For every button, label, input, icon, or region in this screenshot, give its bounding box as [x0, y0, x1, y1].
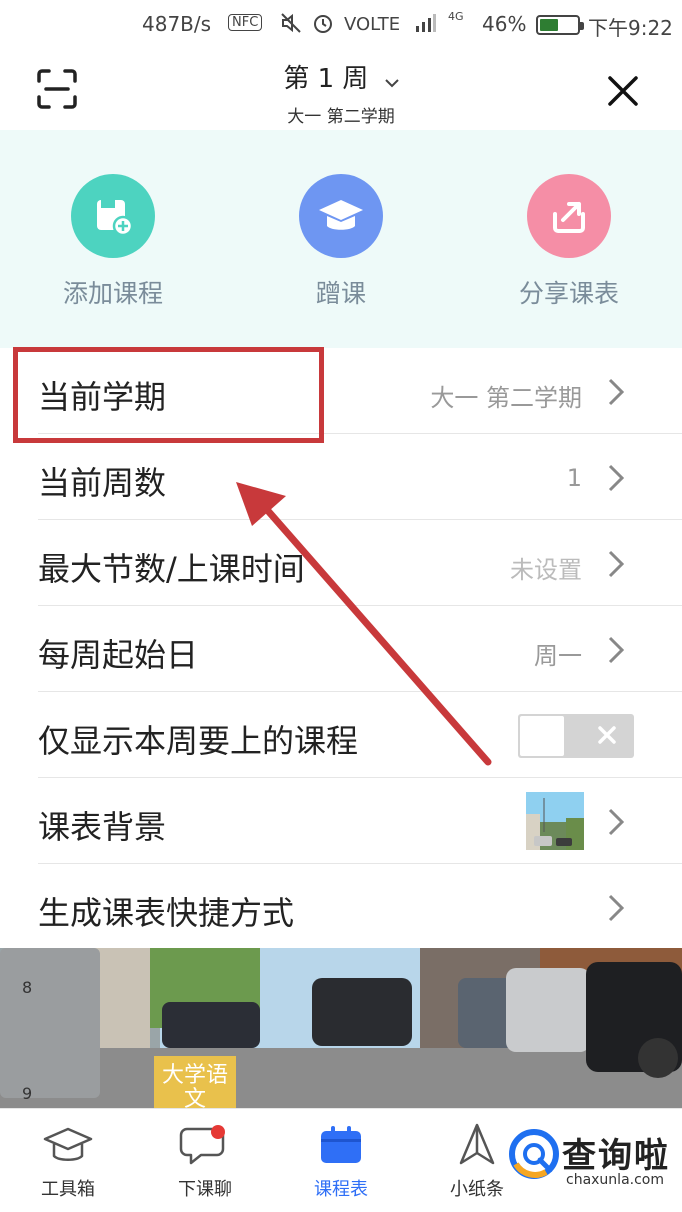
- chat-bubble-icon: [179, 1123, 231, 1167]
- chevron-right-icon: [608, 550, 624, 578]
- week-selector[interactable]: 第 1 周: [0, 58, 682, 95]
- row-value: 未设置: [510, 556, 582, 584]
- add-book-icon: [71, 174, 155, 258]
- audit-class-button[interactable]: 蹭课: [241, 174, 441, 310]
- notification-badge: [211, 1125, 225, 1139]
- row-label: 课表背景: [38, 808, 167, 846]
- highlight-box: [13, 347, 324, 443]
- audit-class-label: 蹭课: [315, 279, 366, 308]
- row-label: 最大节数/上课时间: [38, 550, 305, 588]
- add-course-label: 添加课程: [62, 279, 163, 308]
- graduation-cap-icon: [299, 174, 383, 258]
- timetable-background-photo: [0, 948, 682, 1108]
- tab-timetable[interactable]: 课程表: [286, 1123, 396, 1201]
- chevron-right-icon: [608, 378, 624, 406]
- graduation-cap-icon: [42, 1123, 94, 1167]
- tab-label: 下课聊: [178, 1179, 232, 1200]
- paper-plane-icon: [451, 1123, 503, 1167]
- tab-label: 工具箱: [41, 1179, 95, 1200]
- row-max-sections[interactable]: 最大节数/上课时间 未设置: [0, 520, 682, 606]
- row-label: 仅显示本周要上的课程: [38, 722, 359, 760]
- share-timetable-button[interactable]: 分享课表: [469, 174, 669, 310]
- chevron-right-icon: [608, 894, 624, 922]
- action-panel: 添加课程 蹭课 分享课表: [0, 130, 682, 348]
- header: 第 1 周 大一 第二学期: [0, 50, 682, 130]
- row-shortcut[interactable]: 生成课表快捷方式: [0, 864, 682, 950]
- only-this-week-toggle[interactable]: [518, 714, 634, 758]
- row-label: 当前周数: [38, 464, 167, 502]
- tab-toolbox[interactable]: 工具箱: [13, 1123, 123, 1201]
- watermark-url: chaxunla.com: [566, 1172, 664, 1188]
- battery-icon: [536, 15, 584, 35]
- week-number: 9: [22, 1084, 33, 1103]
- watermark-text: 查询啦: [562, 1136, 670, 1176]
- battery-percent: 46%: [482, 12, 527, 36]
- row-label: 每周起始日: [38, 636, 199, 674]
- course-name: 大学语文: [161, 1063, 228, 1109]
- row-label: 生成课表快捷方式: [38, 894, 295, 932]
- watermark-logo: [509, 1129, 559, 1179]
- week-title: 第 1 周: [283, 64, 369, 94]
- course-chip[interactable]: 大学语文: [154, 1056, 236, 1108]
- signal-icon: [414, 12, 436, 39]
- status-bar: 487B/s NFC VOLTE 4G 46% 下午9:22: [0, 0, 682, 50]
- share-icon: [527, 174, 611, 258]
- row-value: 大一 第二学期: [430, 384, 582, 412]
- watermark: 查询啦 chaxunla.com: [508, 1124, 680, 1196]
- timetable-icon: [315, 1123, 367, 1167]
- share-timetable-label: 分享课表: [518, 279, 619, 308]
- row-only-this-week: 仅显示本周要上的课程: [0, 692, 682, 778]
- semester-subtitle: 大一 第二学期: [287, 107, 395, 127]
- chevron-down-icon: [384, 65, 399, 95]
- network-speed: 487B/s: [142, 12, 212, 36]
- row-week-start[interactable]: 每周起始日 周一: [0, 606, 682, 692]
- chevron-right-icon: [608, 808, 624, 836]
- toggle-off-icon: [598, 726, 616, 744]
- row-value: 周一: [534, 642, 582, 670]
- row-value: 1: [566, 464, 582, 492]
- row-current-week[interactable]: 当前周数 1: [0, 434, 682, 520]
- row-background[interactable]: 课表背景: [0, 778, 682, 864]
- close-icon[interactable]: [606, 74, 640, 108]
- chevron-right-icon: [608, 636, 624, 664]
- week-number: 8: [22, 978, 33, 997]
- add-course-button[interactable]: 添加课程: [13, 174, 213, 310]
- tab-label: 课程表: [314, 1179, 368, 1200]
- background-thumbnail: [526, 792, 584, 850]
- alarm-icon: [312, 12, 334, 39]
- nfc-icon: NFC: [228, 14, 263, 31]
- network-type: 4G: [448, 10, 464, 23]
- volte-label: VOLTE: [344, 14, 401, 35]
- chevron-right-icon: [608, 464, 624, 492]
- mute-icon: [280, 12, 302, 39]
- clock: 下午9:22: [588, 16, 673, 40]
- tab-chat[interactable]: 下课聊: [150, 1123, 260, 1201]
